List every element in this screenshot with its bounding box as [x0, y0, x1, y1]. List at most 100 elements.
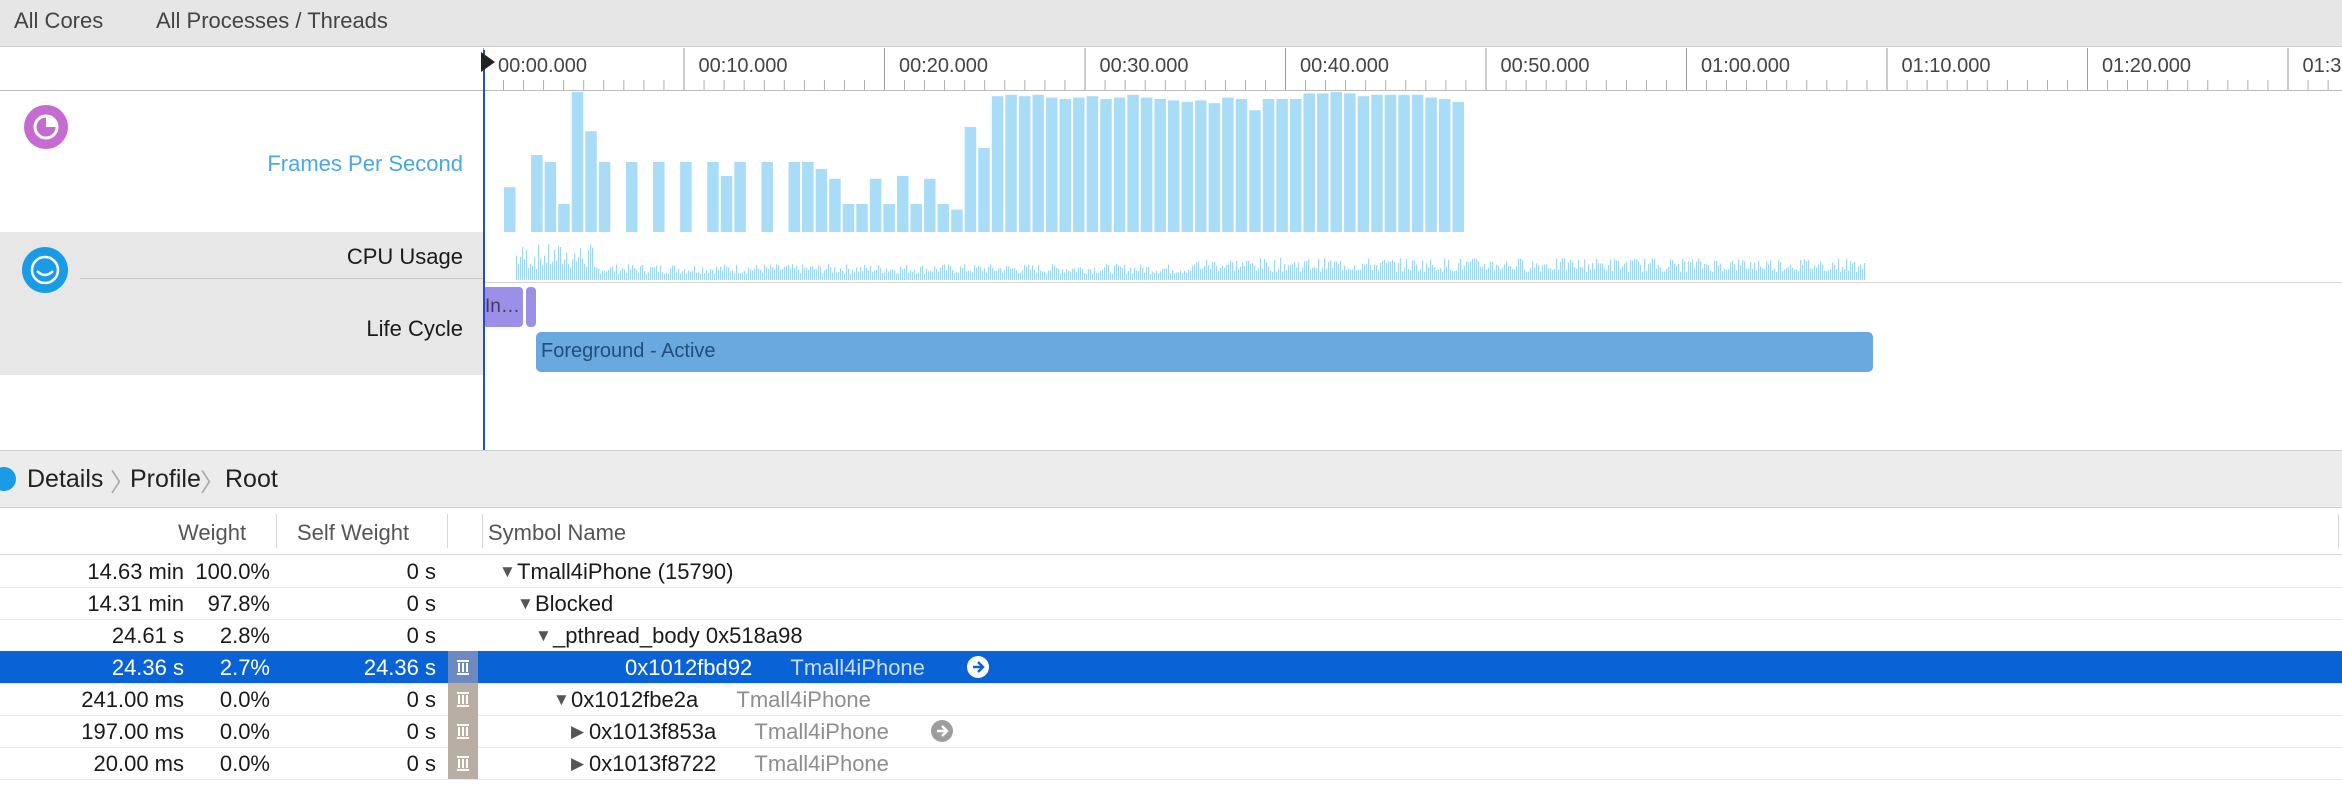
disclosure-expanded-icon[interactable]: ▼ [553, 690, 570, 710]
cpu-usage-bar [1698, 259, 1699, 280]
table-row[interactable]: 197.00 ms0.0%0 s▶0x1013f853aTmall4iPhone [0, 715, 2342, 748]
playhead[interactable] [483, 50, 485, 450]
cpu-usage-bar [1192, 266, 1193, 280]
cpu-usage-bar [1820, 261, 1821, 280]
cpu-usage-bar [1774, 269, 1775, 280]
disclosure-expanded-icon[interactable]: ▼ [535, 626, 552, 646]
lifecycle-graph[interactable]: In… Foreground - Active [483, 283, 2342, 376]
crumb-details[interactable]: Details [27, 465, 103, 494]
cpu-usage-bar [1836, 269, 1837, 280]
tab-all-processes-threads[interactable]: All Processes / Threads [156, 8, 388, 34]
cpu-usage-bar [756, 265, 757, 280]
disclosure-expanded-icon[interactable]: ▼ [517, 594, 534, 614]
cpu-usage-bar [1860, 264, 1861, 280]
table-row[interactable]: 20.00 ms0.0%0 s▶0x1013f8722Tmall4iPhone [0, 747, 2342, 780]
lifecycle-transition-segment[interactable] [526, 287, 536, 327]
disclosure-collapsed-icon[interactable]: ▶ [571, 754, 584, 774]
cpu-usage-bar [762, 273, 763, 280]
cpu-usage-bar [1044, 272, 1045, 280]
cpu-usage-bar [972, 272, 973, 280]
fps-track-graph[interactable] [483, 91, 2342, 233]
cpu-usage-bar [1682, 259, 1683, 280]
cpu-usage-bar [1182, 273, 1183, 280]
disclosure-expanded-icon[interactable]: ▼ [499, 562, 516, 582]
cpu-usage-bar [1636, 260, 1637, 280]
go-to-source-icon[interactable] [967, 656, 989, 678]
cpu-usage-bar [1312, 268, 1313, 280]
cpu-usage-bar [1800, 260, 1801, 280]
cpu-usage-bar [1052, 264, 1053, 280]
cpu-usage-bar [1554, 269, 1555, 280]
lifecycle-foreground-segment[interactable]: Foreground - Active [536, 332, 1873, 372]
cpu-usage-bar [1284, 264, 1285, 280]
timeline-ruler[interactable]: 00:00.00000:10.00000:20.00000:30.00000:4… [483, 48, 2342, 91]
cpu-usage-bar [1732, 261, 1733, 280]
cpu-usage-bar [594, 267, 595, 280]
crumb-root[interactable]: Root [225, 465, 278, 494]
disclosure-collapsed-icon[interactable]: ▶ [571, 722, 584, 742]
cpu-usage-bar [666, 273, 667, 280]
cpu-usage-bar [1482, 267, 1483, 280]
cpu-usage-bar [758, 269, 759, 280]
crumb-profile[interactable]: Profile [130, 465, 201, 494]
cpu-usage-bar [662, 272, 663, 280]
cpu-usage-bar [1754, 263, 1755, 280]
cpu-usage-bar [1290, 265, 1291, 280]
table-row[interactable]: 14.63 min100.0%0 s▼Tmall4iPhone (15790) [0, 555, 2342, 588]
cpu-usage-bar [1294, 262, 1295, 280]
cpu-usage-bar [1568, 263, 1569, 280]
cpu-usage-bar [1688, 261, 1689, 280]
cpu-usage-bar [782, 269, 783, 280]
cpu-usage-bar [1852, 263, 1853, 280]
cpu-usage-bar [928, 271, 929, 280]
cpu-usage-bar [1350, 270, 1351, 280]
cpu-usage-bar [1088, 269, 1089, 280]
cpu-usage-bar [1740, 266, 1741, 280]
cpu-usage-bar [704, 273, 705, 280]
tab-all-cores[interactable]: All Cores [14, 8, 103, 34]
cpu-usage-bar [1190, 271, 1191, 280]
self-weight-value: 0 s [407, 751, 436, 777]
cpu-usage-bar [1328, 262, 1329, 280]
cpu-usage-bar [1602, 263, 1603, 280]
cpu-usage-bar [730, 271, 731, 280]
table-row[interactable]: 14.31 min97.8%0 s▼Blocked [0, 587, 2342, 620]
fps-bar [1182, 102, 1194, 232]
table-row[interactable]: 24.61 s2.8%0 s▼_pthread_body 0x518a98 [0, 619, 2342, 652]
fps-track-header[interactable]: Frames Per Second [0, 91, 483, 232]
cpu-usage-bar [864, 265, 865, 280]
cpu-usage-graph[interactable] [483, 232, 2342, 283]
fps-bar [1168, 100, 1180, 232]
cpu-usage-bar [740, 273, 741, 280]
cpu-usage-bar [600, 274, 601, 280]
cpu-track-header[interactable]: CPU Usage Life Cycle [0, 232, 483, 375]
cpu-usage-bar [1326, 269, 1327, 280]
cpu-usage-bar [1000, 268, 1001, 280]
cpu-usage-bar [560, 247, 561, 280]
table-row[interactable]: 241.00 ms0.0%0 s▼0x1012fbe2aTmall4iPhone [0, 683, 2342, 716]
cpu-usage-bar [1850, 261, 1851, 280]
fps-bar [843, 204, 855, 232]
cpu-usage-bar [1198, 262, 1199, 280]
column-weight[interactable]: Weight [178, 520, 246, 546]
cpu-usage-bar [774, 269, 775, 280]
column-self-weight[interactable]: Self Weight [297, 520, 409, 546]
cpu-usage-bar [1140, 265, 1141, 280]
table-row[interactable]: 24.36 s2.7%24.36 s0x1012fbd92Tmall4iPhon… [0, 651, 2342, 684]
playhead-marker-icon[interactable] [481, 52, 495, 72]
fps-bar [1439, 99, 1451, 232]
lifecycle-launch-segment[interactable]: In… [483, 287, 523, 327]
lifecycle-track-label: Life Cycle [366, 316, 463, 342]
cpu-usage-bar [776, 264, 777, 280]
cpu-usage-bar [1242, 262, 1243, 280]
cpu-track-label: CPU Usage [347, 244, 463, 270]
cpu-usage-bar [1060, 273, 1061, 280]
cpu-usage-bar [664, 274, 665, 280]
cpu-usage-bar [706, 270, 707, 280]
cpu-usage-bar [1476, 259, 1477, 280]
cpu-usage-bar [1484, 264, 1485, 280]
cpu-usage-bar [1598, 263, 1599, 280]
go-to-source-icon[interactable] [931, 720, 953, 742]
column-symbol-name[interactable]: Symbol Name [488, 520, 626, 546]
cpu-usage-bar [1030, 270, 1031, 280]
